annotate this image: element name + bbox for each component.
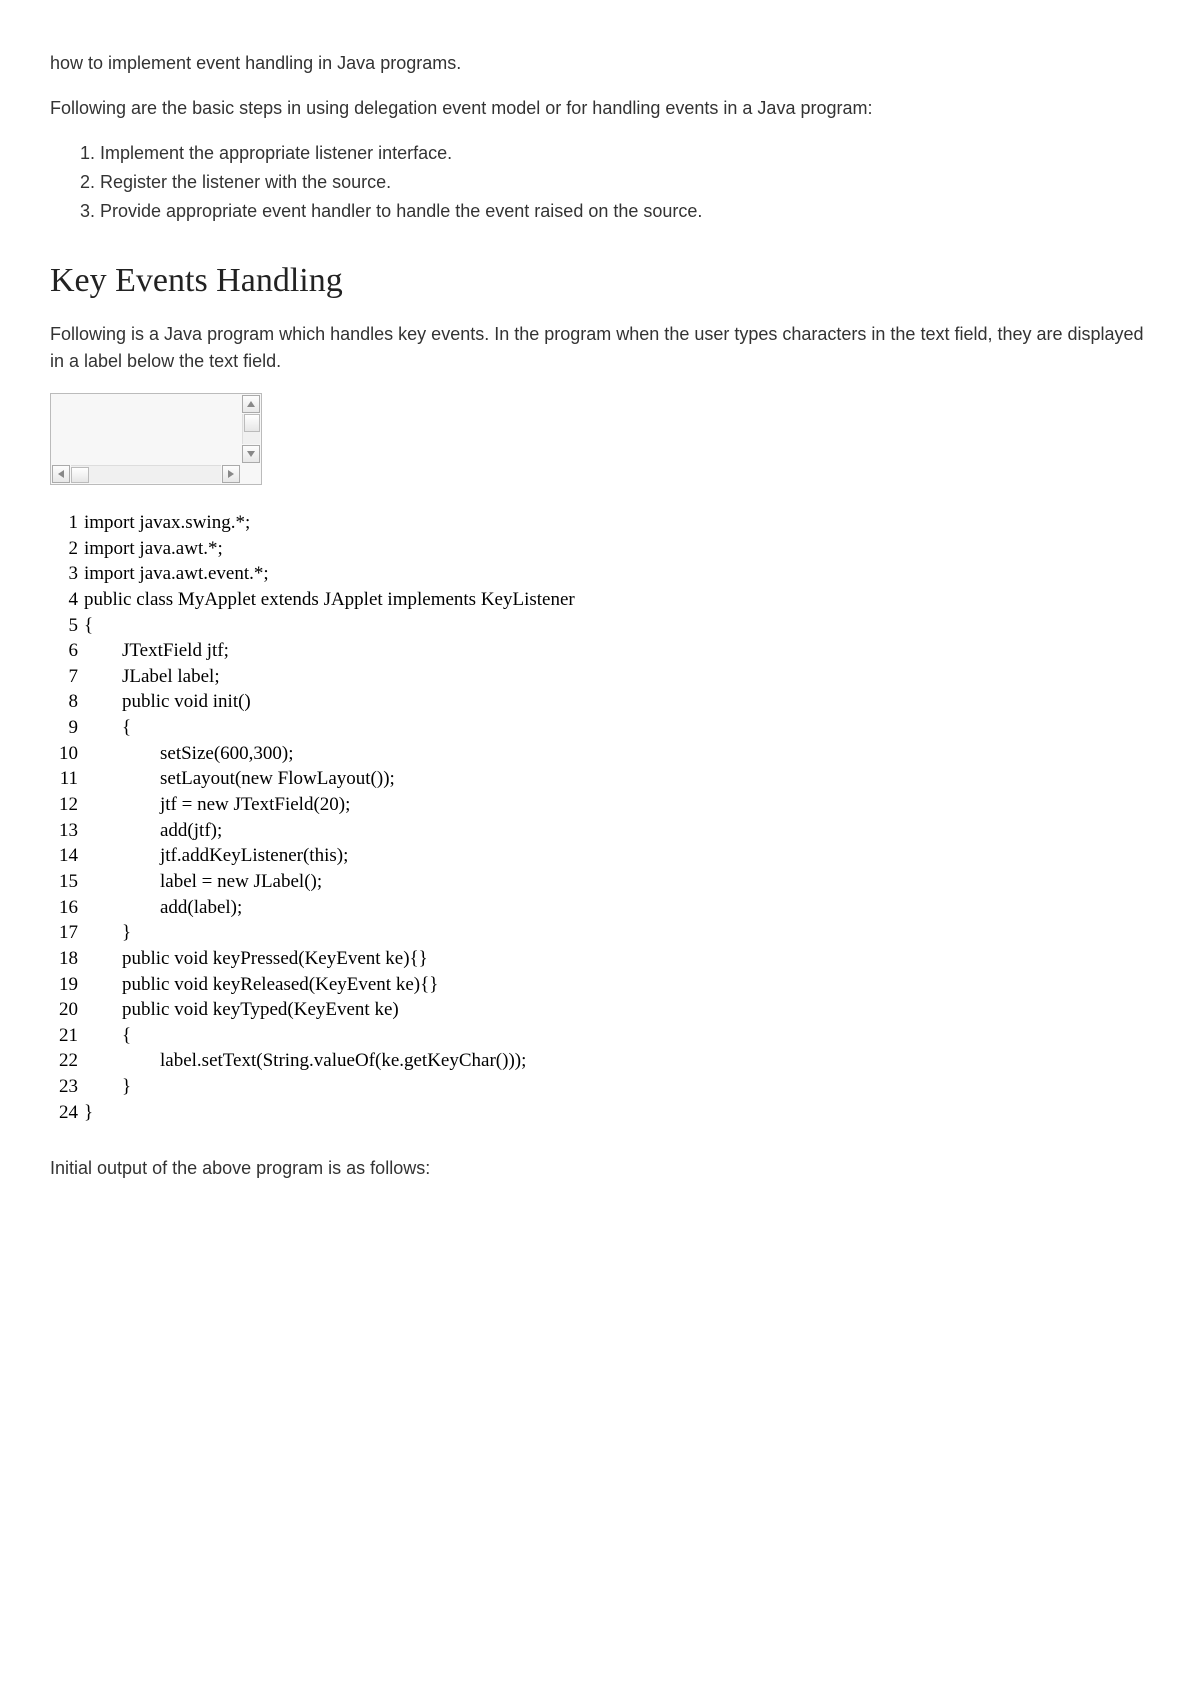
- line-code: public void keyReleased(KeyEvent ke){}: [78, 972, 438, 998]
- code-line: 21 {: [50, 1023, 1150, 1049]
- intro-paragraph-2: Following are the basic steps in using d…: [50, 95, 1150, 122]
- step-item: Register the listener with the source.: [100, 169, 1150, 196]
- scroll-left-button[interactable]: [52, 465, 70, 483]
- line-number: 8: [50, 689, 78, 715]
- intro-paragraph-1: how to implement event handling in Java …: [50, 50, 1150, 77]
- line-number: 19: [50, 972, 78, 998]
- steps-list: Implement the appropriate listener inter…: [100, 140, 1150, 225]
- code-line: 19 public void keyReleased(KeyEvent ke){…: [50, 972, 1150, 998]
- line-number: 24: [50, 1100, 78, 1126]
- line-number: 20: [50, 997, 78, 1023]
- line-code: }: [78, 1100, 93, 1126]
- line-number: 1: [50, 510, 78, 536]
- step-item: Provide appropriate event handler to han…: [100, 198, 1150, 225]
- code-line: 12 jtf = new JTextField(20);: [50, 792, 1150, 818]
- section-heading: Key Events Handling: [50, 255, 1150, 306]
- code-line: 3import java.awt.event.*;: [50, 561, 1150, 587]
- line-number: 9: [50, 715, 78, 741]
- line-code: public void keyTyped(KeyEvent ke): [78, 997, 399, 1023]
- line-number: 13: [50, 818, 78, 844]
- line-code: public void init(): [78, 689, 251, 715]
- line-code: {: [78, 1023, 131, 1049]
- line-number: 23: [50, 1074, 78, 1100]
- code-line: 4public class MyApplet extends JApplet i…: [50, 587, 1150, 613]
- code-line: 1import javax.swing.*;: [50, 510, 1150, 536]
- applet-output-frame: [50, 393, 262, 485]
- line-number: 6: [50, 638, 78, 664]
- line-number: 2: [50, 536, 78, 562]
- line-code: label.setText(String.valueOf(ke.getKeyCh…: [78, 1048, 526, 1074]
- vertical-scrollbar-thumb[interactable]: [244, 414, 260, 432]
- line-number: 14: [50, 843, 78, 869]
- line-code: setLayout(new FlowLayout());: [78, 766, 395, 792]
- line-code: JLabel label;: [78, 664, 220, 690]
- line-code: JTextField jtf;: [78, 638, 229, 664]
- code-line: 2import java.awt.*;: [50, 536, 1150, 562]
- code-line: 23 }: [50, 1074, 1150, 1100]
- code-line: 5{: [50, 613, 1150, 639]
- line-number: 21: [50, 1023, 78, 1049]
- vertical-scrollbar-track[interactable]: [242, 414, 260, 444]
- horizontal-scrollbar-track[interactable]: [71, 465, 221, 483]
- code-line: 20 public void keyTyped(KeyEvent ke): [50, 997, 1150, 1023]
- line-code: import java.awt.event.*;: [78, 561, 269, 587]
- line-number: 5: [50, 613, 78, 639]
- line-code: import javax.swing.*;: [78, 510, 250, 536]
- section-description: Following is a Java program which handle…: [50, 321, 1150, 375]
- line-number: 10: [50, 741, 78, 767]
- code-line: 6 JTextField jtf;: [50, 638, 1150, 664]
- line-code: label = new JLabel();: [78, 869, 322, 895]
- outro-paragraph: Initial output of the above program is a…: [50, 1155, 1150, 1182]
- line-number: 16: [50, 895, 78, 921]
- line-number: 3: [50, 561, 78, 587]
- line-number: 22: [50, 1048, 78, 1074]
- arrow-up-icon: [247, 401, 255, 407]
- line-code: {: [78, 715, 131, 741]
- line-code: }: [78, 920, 131, 946]
- scroll-right-button[interactable]: [222, 465, 240, 483]
- code-line: 24}: [50, 1100, 1150, 1126]
- line-code: add(label);: [78, 895, 242, 921]
- line-number: 18: [50, 946, 78, 972]
- line-number: 4: [50, 587, 78, 613]
- line-number: 17: [50, 920, 78, 946]
- code-line: 13 add(jtf);: [50, 818, 1150, 844]
- horizontal-scrollbar-thumb[interactable]: [71, 467, 89, 483]
- code-line: 14 jtf.addKeyListener(this);: [50, 843, 1150, 869]
- code-line: 22 label.setText(String.valueOf(ke.getKe…: [50, 1048, 1150, 1074]
- code-line: 7 JLabel label;: [50, 664, 1150, 690]
- line-number: 12: [50, 792, 78, 818]
- step-item: Implement the appropriate listener inter…: [100, 140, 1150, 167]
- code-line: 17 }: [50, 920, 1150, 946]
- code-line: 10 setSize(600,300);: [50, 741, 1150, 767]
- arrow-down-icon: [247, 451, 255, 457]
- line-code: public void keyPressed(KeyEvent ke){}: [78, 946, 428, 972]
- scroll-up-button[interactable]: [242, 395, 260, 413]
- code-line: 9 {: [50, 715, 1150, 741]
- line-code: {: [78, 613, 93, 639]
- line-number: 15: [50, 869, 78, 895]
- arrow-left-icon: [58, 470, 64, 478]
- scroll-down-button[interactable]: [242, 445, 260, 463]
- code-line: 8 public void init(): [50, 689, 1150, 715]
- line-code: }: [78, 1074, 131, 1100]
- code-line: 15 label = new JLabel();: [50, 869, 1150, 895]
- line-code: import java.awt.*;: [78, 536, 223, 562]
- line-code: jtf.addKeyListener(this);: [78, 843, 348, 869]
- code-listing: 1import javax.swing.*;2import java.awt.*…: [50, 510, 1150, 1125]
- line-code: jtf = new JTextField(20);: [78, 792, 350, 818]
- arrow-right-icon: [228, 470, 234, 478]
- line-code: add(jtf);: [78, 818, 222, 844]
- code-line: 18 public void keyPressed(KeyEvent ke){}: [50, 946, 1150, 972]
- code-line: 11 setLayout(new FlowLayout());: [50, 766, 1150, 792]
- line-code: setSize(600,300);: [78, 741, 294, 767]
- line-code: public class MyApplet extends JApplet im…: [78, 587, 575, 613]
- line-number: 7: [50, 664, 78, 690]
- line-number: 11: [50, 766, 78, 792]
- code-line: 16 add(label);: [50, 895, 1150, 921]
